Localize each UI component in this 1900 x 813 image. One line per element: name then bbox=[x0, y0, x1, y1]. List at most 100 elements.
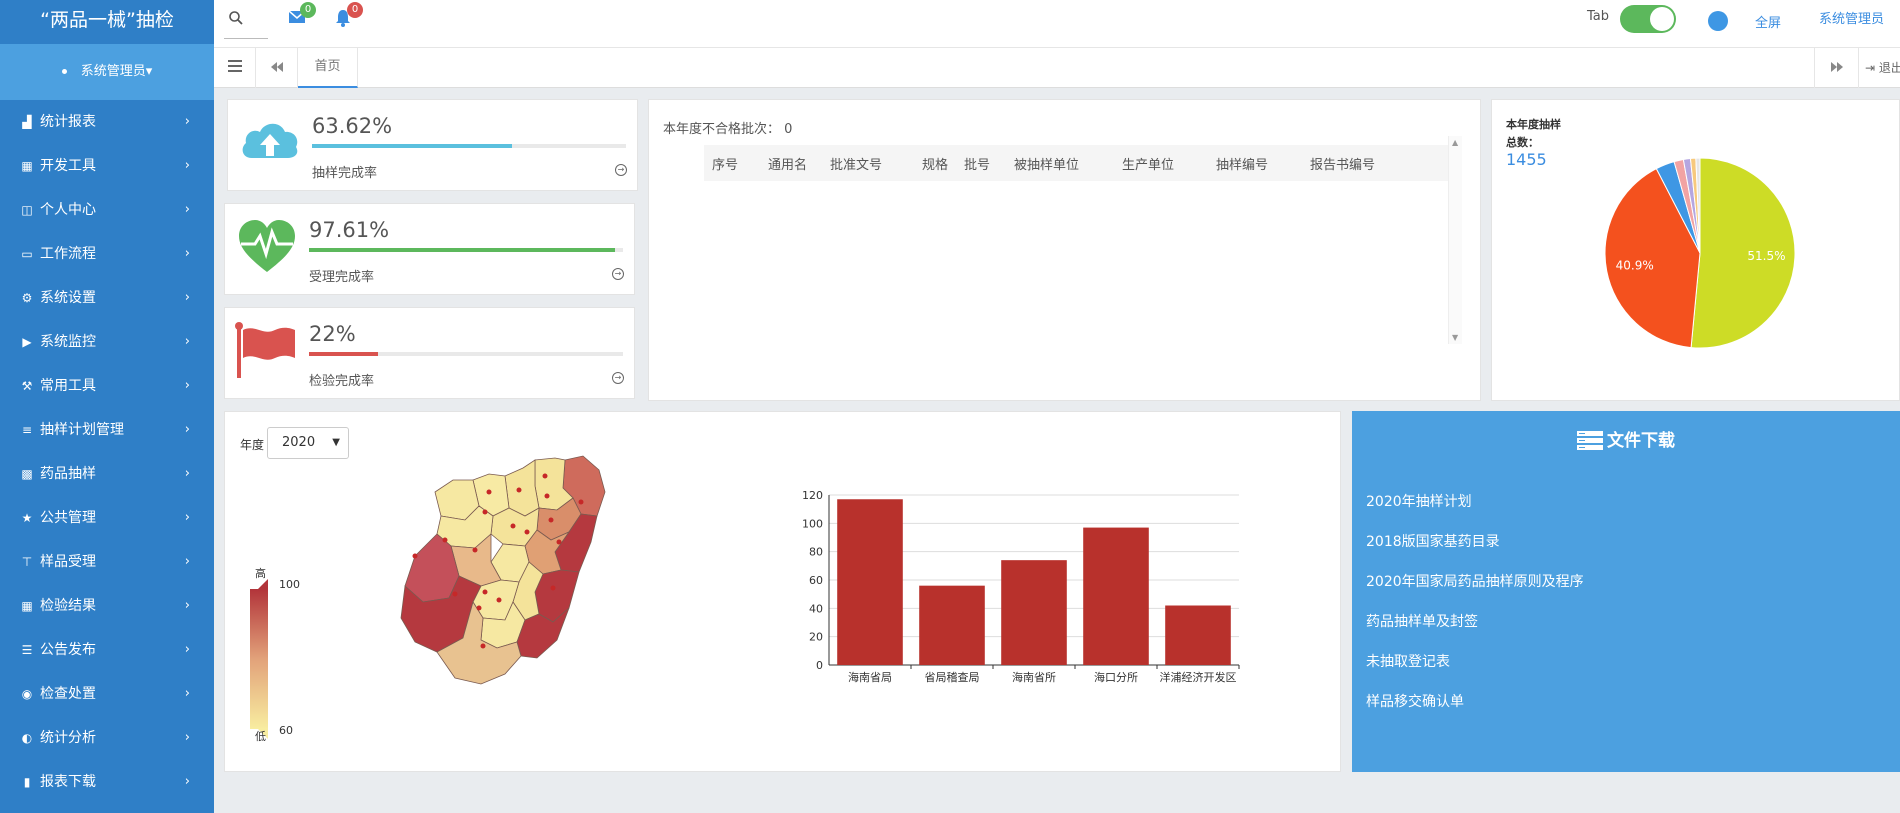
arrow-circle-icon[interactable]: → bbox=[612, 372, 624, 384]
download-link[interactable]: 2020年国家局药品抽样原则及程序 bbox=[1366, 571, 1584, 611]
table-scrollbar[interactable]: ▲ ▼ bbox=[1448, 136, 1462, 344]
sidebar-item[interactable]: ⊤ 样品受理 › bbox=[0, 540, 214, 584]
sidebar: “两品一械”抽检 系统管理员▾ ▟ 统计报表 › ▦ 开发工具 › ◫ 个人中心 › ▭ 工作流程 ›… bbox=[0, 0, 214, 813]
chevron-right-icon: › bbox=[184, 774, 190, 789]
grid-icon: ▦ bbox=[21, 599, 33, 613]
stat-label: 检验完成率 bbox=[309, 374, 375, 389]
arrow-circle-icon[interactable]: → bbox=[615, 164, 627, 176]
arrow-circle-icon[interactable]: → bbox=[612, 268, 624, 280]
sidebar-item[interactable]: ★ 公共管理 › bbox=[0, 496, 214, 540]
y-tick-label: 100 bbox=[802, 517, 823, 530]
tab-home[interactable]: 首页 bbox=[298, 48, 358, 88]
unqualified-title: 本年度不合格批次： 0 bbox=[663, 118, 792, 137]
sidebar-item-label: 系统监控 bbox=[40, 334, 96, 350]
sidebar-item[interactable]: ⚙ 系统设置 › bbox=[0, 276, 214, 320]
map-region bbox=[504, 459, 540, 517]
sidebar-item-label: 工作流程 bbox=[40, 246, 96, 262]
stat-card-inspection: 22% 检验完成率 → bbox=[224, 307, 635, 399]
sidebar-item[interactable]: ⚒ 常用工具 › bbox=[0, 364, 214, 408]
pie-chart: 51.5% 40.9% bbox=[1604, 157, 1796, 349]
year-select-value: 2020 bbox=[282, 435, 316, 450]
sidebar-item[interactable]: ▦ 检验结果 › bbox=[0, 584, 214, 628]
sidebar-item-label: 统计报表 bbox=[40, 114, 96, 130]
scroll-up-icon[interactable]: ▲ bbox=[1452, 138, 1458, 147]
scroll-right-icon[interactable] bbox=[1814, 48, 1858, 88]
eye-icon: ◉ bbox=[21, 687, 33, 701]
file-download-panel: 文件下载 2020年抽样计划 2018版国家基药目录 2020年国家局药品抽样原则及… bbox=[1352, 411, 1900, 772]
table-header-cell[interactable]: 被抽样单位 bbox=[1006, 154, 1114, 173]
theme-circle-icon[interactable] bbox=[1708, 11, 1728, 31]
user-menu[interactable]: 系统管理员▾ bbox=[0, 44, 214, 100]
map-marker bbox=[452, 591, 458, 597]
download-link[interactable]: 未抽取登记表 bbox=[1366, 651, 1584, 691]
chevron-right-icon: › bbox=[184, 554, 190, 569]
download-title: 文件下载 bbox=[1352, 426, 1900, 451]
bar[interactable] bbox=[837, 499, 903, 665]
legend-max-handle[interactable] bbox=[258, 579, 268, 589]
sidebar-item-label: 开发工具 bbox=[40, 158, 96, 174]
unqualified-title-label: 本年度不合格批次： bbox=[663, 122, 781, 137]
table-header-cell[interactable]: 批号 bbox=[956, 154, 1006, 173]
sidebar-item-label: 统计分析 bbox=[40, 730, 96, 746]
sidebar-item[interactable]: ▭ 工作流程 › bbox=[0, 232, 214, 276]
x-tick-label: 海南省所 bbox=[1012, 670, 1056, 684]
logout-button[interactable]: ⇥ 退出 bbox=[1858, 48, 1900, 88]
map-marker bbox=[578, 499, 584, 505]
th-large-icon: ▩ bbox=[21, 467, 33, 481]
bar[interactable] bbox=[1165, 605, 1231, 666]
chevron-right-icon: › bbox=[184, 422, 190, 437]
scroll-down-icon[interactable]: ▼ bbox=[1452, 333, 1458, 342]
star-icon: ★ bbox=[21, 511, 33, 525]
sidebar-item[interactable]: ≡ 抽样计划管理 › bbox=[0, 408, 214, 452]
bar[interactable] bbox=[1001, 560, 1067, 665]
table-header-cell[interactable]: 序号 bbox=[704, 154, 760, 173]
flag-icon bbox=[235, 322, 295, 378]
chevron-right-icon: › bbox=[184, 378, 190, 393]
map-marker bbox=[516, 487, 522, 493]
admin-link[interactable]: 系统管理员 bbox=[1819, 8, 1884, 27]
sidebar-item[interactable]: ◫ 个人中心 › bbox=[0, 188, 214, 232]
table-header-cell[interactable]: 报告书编号 bbox=[1302, 154, 1402, 173]
menu-toggle-icon[interactable] bbox=[214, 48, 256, 88]
tab-toggle[interactable] bbox=[1620, 5, 1676, 33]
sidebar-item[interactable]: ▟ 统计报表 › bbox=[0, 100, 214, 144]
table-header-cell[interactable]: 规格 bbox=[914, 154, 956, 173]
search-input-underline bbox=[224, 38, 268, 39]
sidebar-item-label: 检查处置 bbox=[40, 686, 96, 702]
list-alt-icon: ☰ bbox=[21, 643, 33, 657]
table-header-cell[interactable]: 抽样编号 bbox=[1208, 154, 1302, 173]
map-marker bbox=[476, 605, 482, 611]
sidebar-item[interactable]: ☰ 公告发布 › bbox=[0, 628, 214, 672]
download-link[interactable]: 2020年抽样计划 bbox=[1366, 491, 1584, 531]
download-link[interactable]: 2018版国家基药目录 bbox=[1366, 531, 1584, 571]
legend-high-label: 高 bbox=[255, 566, 266, 580]
download-link[interactable]: 样品移交确认单 bbox=[1366, 691, 1584, 731]
table-header-cell[interactable]: 批准文号 bbox=[822, 154, 914, 173]
scroll-left-icon[interactable] bbox=[256, 48, 298, 88]
sidebar-item[interactable]: ◐ 统计分析 › bbox=[0, 716, 214, 760]
y-tick-label: 120 bbox=[802, 489, 823, 502]
map-marker bbox=[482, 589, 488, 595]
sidebar-item[interactable]: ▮ 报表下载 › bbox=[0, 760, 214, 804]
bar[interactable] bbox=[919, 585, 985, 665]
year-select[interactable]: 2020 ▼ bbox=[267, 427, 349, 459]
table-header-cell[interactable]: 通用名 bbox=[760, 154, 822, 173]
mail-count-badge: 0 bbox=[300, 2, 316, 18]
x-tick-label: 洋浦经济开发区 bbox=[1160, 670, 1237, 684]
sidebar-item[interactable]: ◉ 检查处置 › bbox=[0, 672, 214, 716]
sidebar-item[interactable]: ▶ 系统监控 › bbox=[0, 320, 214, 364]
x-tick-label: 海口分所 bbox=[1094, 670, 1138, 684]
download-link[interactable]: 药品抽样单及封签 bbox=[1366, 611, 1584, 651]
search-icon[interactable] bbox=[228, 10, 244, 26]
sidebar-item[interactable]: ▦ 开发工具 › bbox=[0, 144, 214, 188]
gear-icon: ⚙ bbox=[21, 291, 33, 305]
chevron-right-icon: › bbox=[184, 466, 190, 481]
map-legend: 高 100 60 低 bbox=[250, 566, 300, 742]
unqualified-count: 0 bbox=[784, 122, 793, 137]
table-header-cell[interactable]: 生产单位 bbox=[1114, 154, 1208, 173]
progress-track bbox=[309, 352, 623, 356]
bar[interactable] bbox=[1083, 527, 1149, 665]
sidebar-menu: ▟ 统计报表 › ▦ 开发工具 › ◫ 个人中心 › ▭ 工作流程 › ⚙ 系统设置 › ▶ 系统监控 › ⚒ 常用工… bbox=[0, 100, 214, 804]
sidebar-item[interactable]: ▩ 药品抽样 › bbox=[0, 452, 214, 496]
fullscreen-link[interactable]: 全屏 bbox=[1755, 12, 1781, 31]
